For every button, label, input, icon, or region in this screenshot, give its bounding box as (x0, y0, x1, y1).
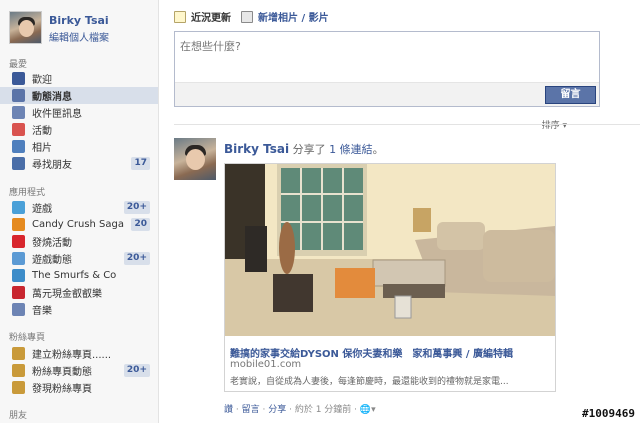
sidebar-item[interactable]: 音樂 (0, 301, 158, 318)
main-feed: 近況更新 新增相片 / 影片 在想些什麼? 留言 排序 ▾ Birky Tsai… (159, 0, 640, 423)
section-pages: 粉絲專頁 (9, 333, 46, 343)
favorites-list: 歡迎動態消息收件匣訊息活動相片尋找朋友 17 (0, 70, 158, 172)
status-composer[interactable]: 在想些什麼? 留言 (174, 31, 600, 107)
sidebar-item-label: 發燒活動 (32, 238, 72, 249)
shared-link-image[interactable] (225, 164, 555, 336)
sidebar-item-label: Candy Crush Saga (32, 219, 125, 230)
shared-link-card[interactable]: 難搞的家事交給DYSON 保你夫妻和樂 家和萬事興 / 廣編特輯 mobile0… (224, 163, 556, 392)
sidebar-item[interactable]: 萬元現金叡叡樂 (0, 284, 158, 301)
story-actions: 讚 · 留言 · 分享 · 約於 1 分鐘前 · 🌐▾ (224, 405, 376, 415)
sidebar-item-label: 遊戲動態 (32, 255, 72, 266)
edit-profile-link[interactable]: 編輯個人檔案 (49, 29, 109, 44)
sidebar-item-label: 動態消息 (32, 92, 72, 103)
sidebar-item-label: 音樂 (32, 306, 52, 317)
left-sidebar: Birky Tsai 編輯個人檔案 最愛 歡迎 動態消息 收件匣訊息 活動 相片 尋找朋友… (0, 0, 159, 423)
tab-status-update[interactable]: 近況更新 (174, 9, 231, 24)
sidebar-item[interactable]: 尋找朋友 17 (0, 155, 158, 172)
sidebar-item[interactable]: 建立粉絲專頁...... (0, 345, 158, 362)
status-icon (174, 10, 186, 23)
living-room-photo (225, 164, 555, 336)
story-verb: 分享了 (292, 143, 326, 156)
sidebar-item[interactable]: 粉絲專頁動態 20+ (0, 362, 158, 379)
feed-divider (174, 124, 640, 125)
count-badge: 17 (131, 157, 150, 170)
music-icon (12, 303, 25, 316)
tab-photo-label: 新增相片 / 影片 (258, 13, 329, 24)
section-apps: 應用程式 (9, 188, 46, 198)
sidebar-item[interactable]: 相片 (0, 138, 158, 155)
privacy-globe-icon[interactable]: 🌐▾ (360, 405, 376, 415)
sidebar-item[interactable]: 發現粉絲專頁 (0, 379, 158, 396)
story-header: Birky Tsai 分享了 1 條連結。 (224, 141, 384, 157)
story-suffix: 。 (372, 143, 384, 156)
discover-pages-icon (12, 381, 25, 394)
story-author[interactable]: Birky Tsai (224, 142, 289, 156)
comment-link[interactable]: 留言 (242, 405, 260, 415)
watermark: #1009469 (582, 407, 635, 420)
sidebar-item-label: 萬元現金叡叡樂 (32, 289, 102, 300)
hot-events-icon (12, 235, 25, 248)
avatar[interactable] (9, 11, 42, 44)
tab-status-label: 近況更新 (191, 13, 231, 24)
messages-icon (12, 106, 25, 119)
sidebar-item[interactable]: 歡迎 (0, 70, 158, 87)
sidebar-item-label: 尋找朋友 (32, 160, 72, 171)
sidebar-item[interactable]: 活動 (0, 121, 158, 138)
section-friends: 朋友 (9, 411, 28, 421)
story-timestamp[interactable]: 約於 1 分鐘前 (295, 405, 351, 415)
sidebar-item[interactable]: The Smurfs & Co (0, 267, 158, 284)
sort-label: 排序 (541, 121, 560, 131)
sidebar-item[interactable]: Candy Crush Saga 20 (0, 216, 158, 233)
sidebar-item-label: 發現粉絲專頁 (32, 384, 92, 395)
news-feed-icon (12, 89, 25, 102)
story-avatar[interactable] (174, 138, 216, 180)
find-friends-icon (12, 157, 25, 170)
count-badge: 20 (131, 218, 150, 231)
candy-crush-icon (12, 218, 25, 231)
photos-icon (12, 140, 25, 153)
like-link[interactable]: 讚 (224, 405, 233, 415)
sidebar-item-label: 粉絲專頁動態 (32, 367, 92, 378)
profile-summary[interactable]: Birky Tsai 編輯個人檔案 (9, 11, 109, 44)
sidebar-item-label: The Smurfs & Co (32, 270, 117, 281)
sidebar-item-label: 相片 (32, 143, 52, 154)
count-badge: 20+ (123, 252, 150, 265)
smurfs-icon (12, 269, 25, 282)
games-icon (12, 201, 25, 214)
sidebar-item[interactable]: 收件匣訊息 (0, 104, 158, 121)
events-icon (12, 123, 25, 136)
apps-list: 遊戲 20+ Candy Crush Saga 20 發燒活動遊戲動態 20+ The Sm… (0, 199, 158, 318)
sidebar-item[interactable]: 遊戲動態 20+ (0, 250, 158, 267)
count-badge: 20+ (123, 364, 150, 377)
shared-link-description: 老實說，自從成為人妻後，每逢節慶時，最還能收到的禮物就是家電... (230, 377, 509, 387)
count-badge: 20+ (123, 201, 150, 214)
post-button[interactable]: 留言 (545, 86, 596, 104)
section-favorites: 最愛 (9, 60, 28, 70)
sidebar-item-label: 遊戲 (32, 204, 52, 215)
pages-feed-icon (12, 364, 25, 377)
composer-toolbar: 留言 (175, 82, 599, 106)
share-link[interactable]: 分享 (268, 405, 286, 415)
composer-tabs: 近況更新 新增相片 / 影片 (174, 9, 339, 24)
shared-link-title[interactable]: 難搞的家事交給DYSON 保你夫妻和樂 家和萬事興 / 廣編特輯 (230, 345, 513, 360)
sidebar-item[interactable]: 發燒活動 (0, 233, 158, 250)
tab-add-photo[interactable]: 新增相片 / 影片 (241, 9, 329, 24)
story-link-count[interactable]: 1 條連結 (329, 143, 373, 156)
shared-link-domain: mobile01.com (230, 359, 302, 370)
photo-icon (241, 10, 253, 23)
chevron-down-icon: ▾ (562, 121, 567, 131)
sidebar-item-label: 建立粉絲專頁...... (32, 350, 112, 361)
game-feed-icon (12, 252, 25, 265)
status-input[interactable]: 在想些什麼? (180, 38, 241, 54)
sidebar-item[interactable]: 遊戲 20+ (0, 199, 158, 216)
sidebar-item[interactable]: 動態消息 (0, 87, 158, 104)
sidebar-item-label: 歡迎 (32, 75, 52, 86)
facebook-icon (12, 72, 25, 85)
pages-list: 建立粉絲專頁...... 粉絲專頁動態 20+ 發現粉絲專頁 (0, 345, 158, 396)
profile-name[interactable]: Birky Tsai (49, 14, 109, 27)
cash-game-icon (12, 286, 25, 299)
sidebar-item-label: 活動 (32, 126, 52, 137)
create-page-icon (12, 347, 25, 360)
sidebar-item-label: 收件匣訊息 (32, 109, 82, 120)
